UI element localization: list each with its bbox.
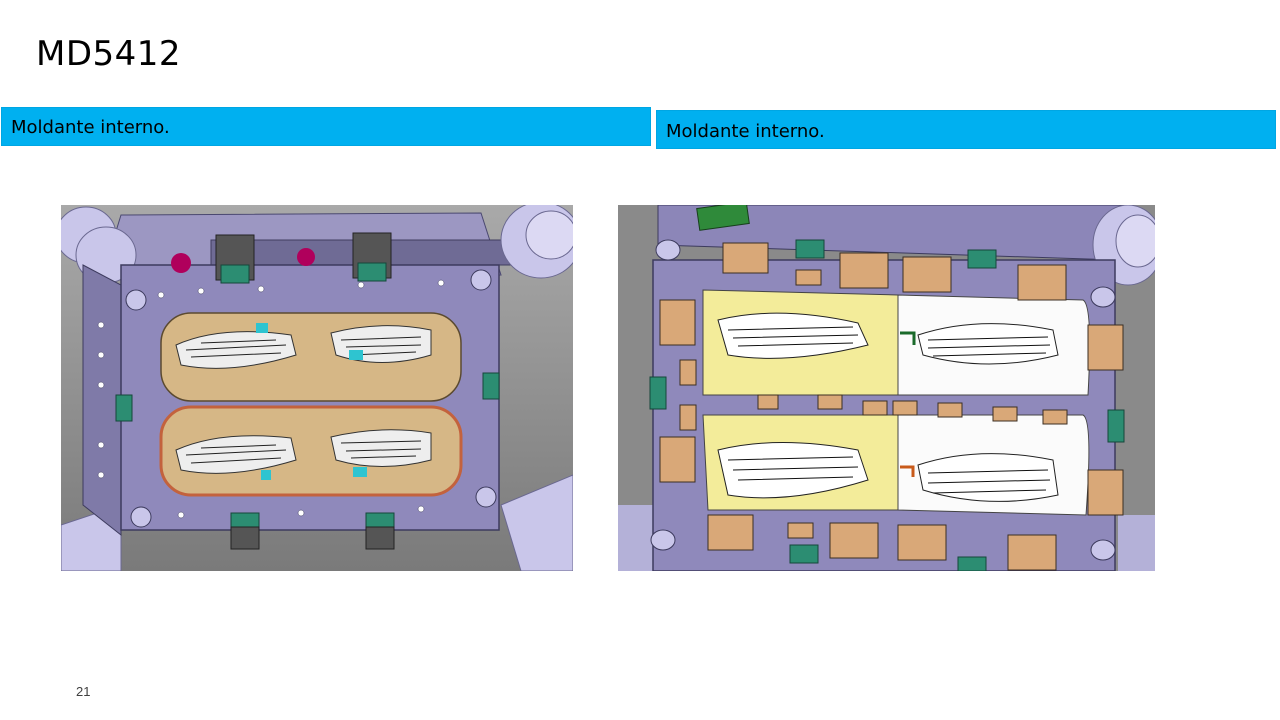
page-number: 21	[76, 684, 91, 699]
cad-image-right	[618, 205, 1155, 571]
section-banner-right: Moldante interno.	[656, 110, 1276, 149]
section-banner-right-label: Moldante interno.	[666, 121, 825, 142]
cad-image-left	[61, 205, 573, 571]
section-banner-left: Moldante interno.	[1, 107, 651, 146]
section-banner-left-label: Moldante interno.	[11, 117, 170, 138]
slide-title: MD5412	[36, 34, 182, 74]
